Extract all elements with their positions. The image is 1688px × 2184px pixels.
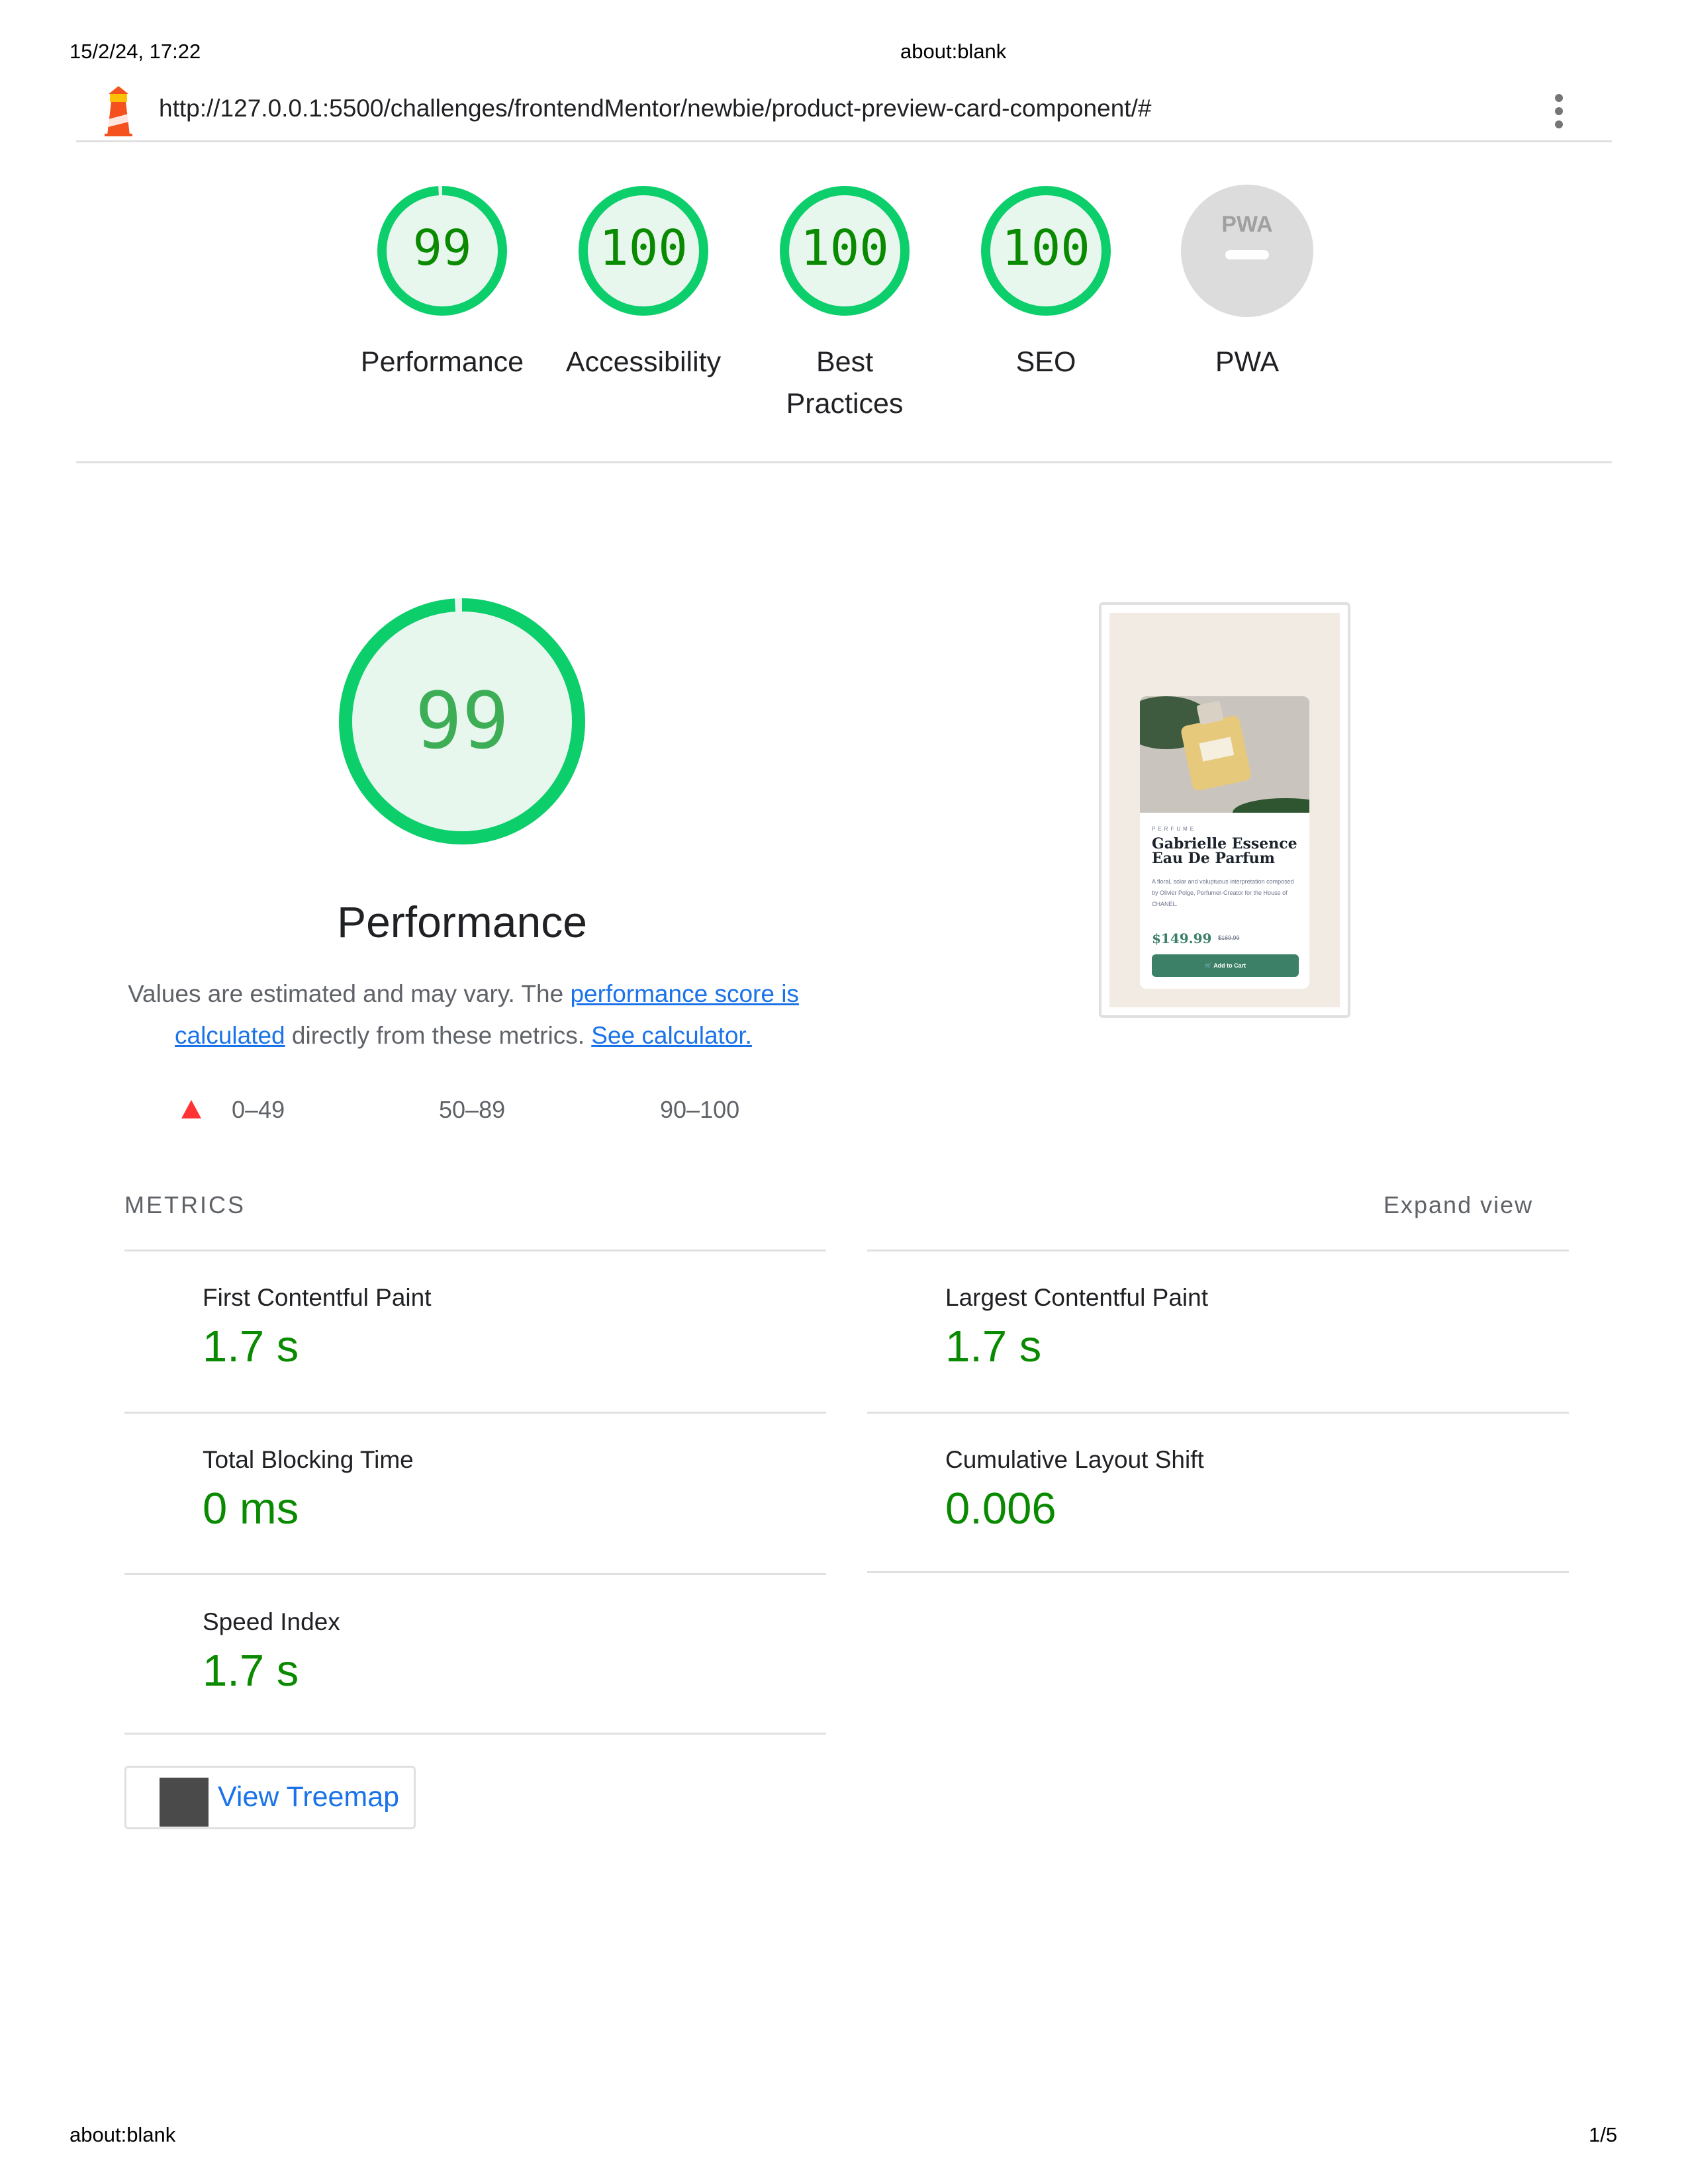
metric-name: Largest Contentful Paint	[945, 1284, 1208, 1311]
metrics-divider	[124, 1412, 826, 1414]
pwa-badge-text: PWA	[1221, 212, 1272, 237]
print-footer-url: about:blank	[70, 2123, 176, 2146]
topbar-divider	[76, 140, 1612, 142]
gauge-label-seo: SEO	[1015, 346, 1076, 378]
gauge-label-pwa: PWA	[1215, 346, 1280, 378]
metric-tbt: Total Blocking Time 0 ms	[203, 1446, 414, 1534]
gauge-score-best-practices: 100	[800, 220, 889, 277]
gauge-pwa[interactable]: PWA PWA	[1161, 184, 1333, 383]
expand-view-toggle[interactable]: Expand view	[1383, 1191, 1533, 1219]
screenshot-add-to-cart-button: 🛒 Add to Cart	[1152, 954, 1299, 977]
metric-name: Total Blocking Time	[203, 1446, 414, 1473]
metrics-header: METRICS	[124, 1191, 246, 1218]
gauge-ring-best-practices: 100	[780, 186, 910, 316]
metric-name: Speed Index	[203, 1608, 340, 1635]
screenshot-background: PERFUME Gabrielle Essence Eau De Parfum …	[1109, 613, 1340, 1007]
legend-pass: 90–100	[660, 1096, 740, 1123]
metric-name: Cumulative Layout Shift	[945, 1446, 1204, 1473]
fail-triangle-icon	[180, 1099, 203, 1120]
treemap-icon	[160, 1778, 209, 1827]
print-title: about:blank	[900, 40, 1007, 63]
metric-value: 0.006	[945, 1484, 1056, 1533]
metrics-divider	[867, 1250, 1569, 1251]
screenshot-old-price: $169.99	[1218, 934, 1240, 941]
performance-score-large: 99	[415, 675, 509, 766]
print-datetime: 15/2/24, 17:22	[70, 40, 201, 63]
metrics-divider	[867, 1571, 1569, 1573]
performance-description: Values are estimated and may vary. The p…	[126, 973, 801, 1056]
metric-value: 1.7 s	[945, 1322, 1042, 1371]
pwa-icon: PWA	[1181, 185, 1313, 317]
performance-title: Performance	[337, 897, 587, 946]
metric-value: 1.7 s	[203, 1646, 299, 1696]
gauge-best-practices[interactable]: 100 Best Practices	[759, 184, 931, 425]
view-treemap-button[interactable]: View Treemap	[124, 1766, 416, 1829]
view-treemap-label: View Treemap	[218, 1781, 400, 1813]
screenshot-description: A floral, solar and voluptuous interpret…	[1152, 878, 1294, 907]
screenshot-category: PERFUME	[1152, 826, 1197, 832]
metric-cls: Cumulative Layout Shift 0.006	[945, 1446, 1204, 1534]
legend-average: 50–89	[439, 1096, 506, 1123]
page-url[interactable]: http://127.0.0.1:5500/challenges/fronten…	[159, 95, 1151, 122]
performance-gauge-large: 99	[336, 596, 588, 847]
summary-divider	[76, 461, 1612, 463]
gauge-label-best-practices: Best Practices	[786, 346, 904, 420]
product-card: PERFUME Gabrielle Essence Eau De Parfum …	[1140, 696, 1309, 989]
gauge-ring-accessibility: 100	[579, 186, 708, 316]
product-image	[1140, 696, 1309, 827]
metric-si: Speed Index 1.7 s	[203, 1608, 340, 1696]
legend-fail: 0–49	[232, 1096, 285, 1123]
see-calculator-link[interactable]: See calculator.	[591, 1022, 752, 1049]
screenshot-product-name: Gabrielle Essence Eau De Parfum	[1152, 835, 1297, 867]
metrics-divider	[124, 1250, 826, 1251]
metric-value: 1.7 s	[203, 1322, 299, 1371]
final-screenshot[interactable]: PERFUME Gabrielle Essence Eau De Parfum …	[1099, 602, 1350, 1018]
gauge-ring-seo: 100	[981, 186, 1111, 316]
gauge-accessibility[interactable]: 100 Accessibility	[557, 184, 729, 383]
gauge-score-seo: 100	[1002, 220, 1090, 277]
screenshot-price: $149.99	[1152, 931, 1212, 946]
print-footer-page: 1/5	[1589, 2123, 1618, 2146]
gauge-score-accessibility: 100	[599, 220, 688, 277]
metrics-divider	[124, 1573, 826, 1575]
gauge-label-performance: Performance	[360, 346, 524, 378]
metric-value: 0 ms	[203, 1484, 299, 1533]
gauge-label-accessibility: Accessibility	[565, 346, 722, 378]
gauge-seo[interactable]: 100 SEO	[960, 184, 1132, 383]
cart-icon: 🛒	[1204, 962, 1214, 969]
metric-fcp: First Contentful Paint 1.7 s	[203, 1284, 431, 1372]
metrics-divider	[124, 1733, 826, 1735]
desc-prefix: Values are estimated and may vary. The	[128, 980, 571, 1007]
metrics-divider	[867, 1412, 1569, 1414]
metric-name: First Contentful Paint	[203, 1284, 432, 1311]
vertical-dots-icon[interactable]	[1549, 93, 1569, 132]
lighthouse-icon	[99, 86, 138, 136]
screenshot-add-to-cart-label: Add to Cart	[1213, 962, 1246, 969]
gauge-score-performance: 99	[412, 220, 471, 277]
gauge-ring-performance: 99	[377, 186, 507, 316]
gauge-performance[interactable]: 99 Performance	[356, 184, 528, 383]
metric-lcp: Largest Contentful Paint 1.7 s	[945, 1284, 1208, 1372]
desc-middle: directly from these metrics.	[285, 1022, 592, 1049]
